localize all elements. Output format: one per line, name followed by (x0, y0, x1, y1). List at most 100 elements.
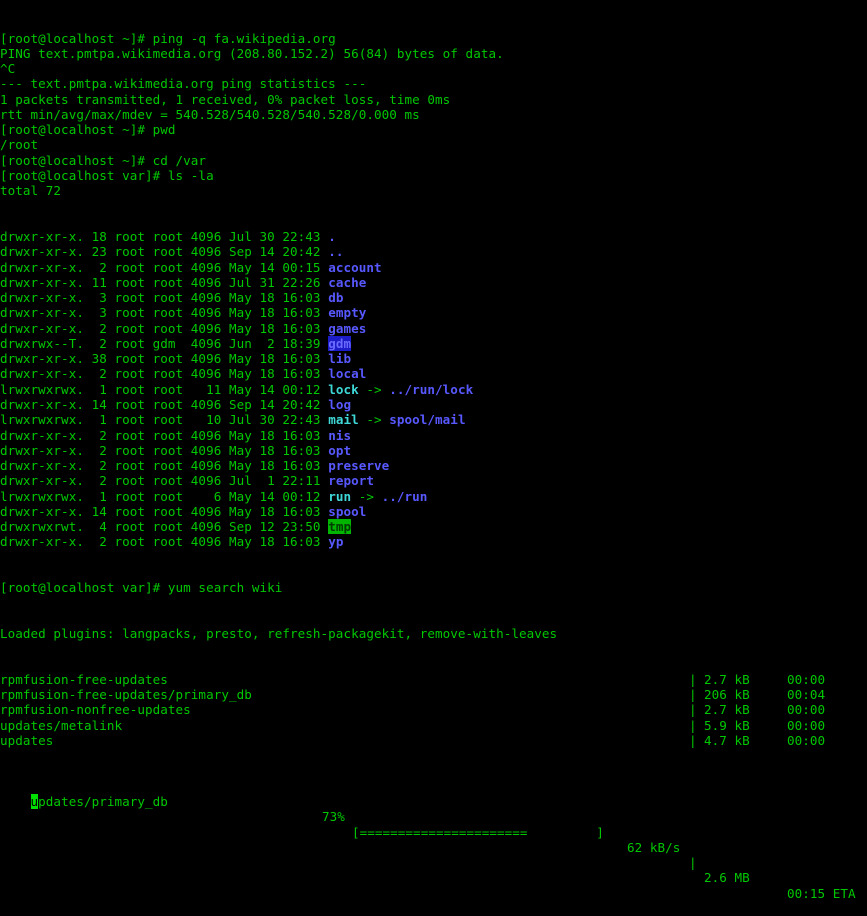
listing-row: drwxr-xr-x. 2 root root 4096 May 18 16:0… (0, 534, 867, 549)
listing-filename: gdm (328, 335, 352, 351)
progress-rate: 62 kB/s (627, 839, 681, 855)
history-line: [root@localhost ~]# cd /var (0, 152, 207, 168)
listing-filename: account (328, 259, 382, 275)
listing-row: drwxr-xr-x. 23 root root 4096 Sep 14 20:… (0, 244, 867, 259)
listing-filename: db (328, 290, 344, 306)
repo-size: 2.7 kB (704, 702, 750, 718)
history-line: --- text.pmtpa.wikimedia.org ping statis… (0, 76, 367, 92)
history-line: [root@localhost var]# ls -la (0, 167, 214, 183)
listing-meta: drwxr-xr-x. 2 root root 4096 May 18 16:0… (0, 534, 329, 550)
repo-name: updates/metalink (0, 717, 123, 733)
listing-row: drwxr-xr-x. 2 root root 4096 Jul 1 22:11… (0, 473, 867, 488)
command-history: [root@localhost ~]# ping -q fa.wikipedia… (0, 31, 867, 199)
listing-row: drwxr-xr-x. 2 root root 4096 May 18 16:0… (0, 443, 867, 458)
repo-separator: | (689, 732, 697, 748)
symlink-arrow: -> (351, 488, 382, 504)
listing-filename: yp (328, 534, 344, 550)
history-line: /root (0, 137, 39, 153)
listing-filename: lib (328, 351, 352, 367)
history-line: total 72 (0, 183, 62, 199)
listing-meta: drwxrwx--T. 2 root gdm 4096 Jun 2 18:39 (0, 335, 329, 351)
terminal-window[interactable]: [root@localhost ~]# ping -q fa.wikipedia… (0, 0, 867, 901)
listing-row: drwxr-xr-x. 11 root root 4096 Jul 31 22:… (0, 275, 867, 290)
listing-meta: drwxr-xr-x. 23 root root 4096 Sep 14 20:… (0, 244, 329, 260)
listing-row: drwxr-xr-x. 2 root root 4096 May 18 16:0… (0, 458, 867, 473)
listing-meta: lrwxrwxrwx. 1 root root 11 May 14 00:12 (0, 381, 329, 397)
history-line: PING text.pmtpa.wikimedia.org (208.80.15… (0, 45, 504, 61)
listing-filename: spool (328, 503, 367, 519)
repo-row: updates/metalink | 5.9 kB 00:00 (0, 718, 867, 733)
listing-meta: drwxr-xr-x. 11 root root 4096 Jul 31 22:… (0, 274, 329, 290)
repo-size: 206 kB (704, 687, 750, 703)
listing-filename: cache (328, 274, 367, 290)
listing-row: drwxr-xr-x. 2 root root 4096 May 18 16:0… (0, 366, 867, 381)
yum-plugins-line: Loaded plugins: langpacks, presto, refre… (0, 626, 558, 642)
listing-meta: drwxr-xr-x. 38 root root 4096 May 18 16:… (0, 351, 329, 367)
progress-repo-name: pdates/primary_db (38, 794, 168, 810)
listing-filename: local (328, 366, 367, 382)
repo-time: 00:00 (787, 671, 826, 687)
listing-meta: drwxrwxrwt. 4 root root 4096 Sep 12 23:5… (0, 519, 329, 535)
listing-filename: lock (328, 381, 359, 397)
repo-row: updates | 4.7 kB 00:00 (0, 733, 867, 748)
listing-row: drwxrwxrwt. 4 root root 4096 Sep 12 23:5… (0, 519, 867, 535)
history-line: [root@localhost ~]# ping -q fa.wikipedia… (0, 30, 336, 46)
listing-row: drwxr-xr-x. 2 root root 4096 May 14 00:1… (0, 260, 867, 275)
listing-meta: drwxr-xr-x. 14 root root 4096 Sep 14 20:… (0, 396, 329, 412)
listing-filename: preserve (328, 458, 390, 474)
listing-row: drwxr-xr-x. 38 root root 4096 May 18 16:… (0, 351, 867, 366)
repo-time: 00:00 (787, 702, 826, 718)
listing-meta: drwxr-xr-x. 3 root root 4096 May 18 16:0… (0, 305, 329, 321)
repo-time: 00:00 (787, 732, 826, 748)
repo-row: rpmfusion-nonfree-updates | 2.7 kB 00:00 (0, 702, 867, 717)
listing-row: drwxr-xr-x. 2 root root 4096 May 18 16:0… (0, 321, 867, 336)
progress-separator: | (689, 855, 697, 871)
listing-meta: drwxr-xr-x. 2 root root 4096 Jul 1 22:11 (0, 473, 329, 489)
repo-row: rpmfusion-free-updates | 2.7 kB 00:00 (0, 672, 867, 687)
repo-separator: | (689, 687, 697, 703)
listing-filename: games (328, 320, 367, 336)
listing-filename: . (328, 229, 336, 245)
listing-row: drwxr-xr-x. 14 root root 4096 May 18 16:… (0, 504, 867, 519)
listing-meta: drwxr-xr-x. 2 root root 4096 May 14 00:1… (0, 259, 329, 275)
repo-name: updates (0, 732, 54, 748)
symlink-arrow: -> (358, 381, 390, 397)
listing-filename: .. (328, 244, 344, 260)
listing-filename: tmp (328, 519, 352, 535)
listing-row: drwxr-xr-x. 3 root root 4096 May 18 16:0… (0, 290, 867, 305)
listing-row: drwxr-xr-x. 2 root root 4096 May 18 16:0… (0, 428, 867, 443)
listing-row: drwxr-xr-x. 18 root root 4096 Jul 30 22:… (0, 229, 867, 244)
listing-row: drwxrwx--T. 2 root gdm 4096 Jun 2 18:39 … (0, 335, 867, 351)
yum-command-line: [root@localhost var]# yum search wiki (0, 580, 283, 596)
listing-filename: nis (328, 427, 352, 443)
listing-row: lrwxrwxrwx. 1 root root 10 Jul 30 22:43 … (0, 412, 867, 427)
listing-meta: lrwxrwxrwx. 1 root root 6 May 14 00:12 (0, 488, 329, 504)
repo-row: rpmfusion-free-updates/primary_db | 206 kB… (0, 687, 867, 702)
progress-row: updates/primary_db 73% [================… (0, 779, 867, 901)
repo-name: rpmfusion-free-updates (0, 671, 168, 687)
listing-meta: drwxr-xr-x. 3 root root 4096 May 18 16:0… (0, 290, 329, 306)
listing-filename: opt (328, 442, 352, 458)
repo-separator: | (689, 671, 697, 687)
terminal-cursor[interactable]: u (30, 794, 39, 810)
repo-size: 2.7 kB (704, 671, 750, 687)
listing-filename: report (328, 473, 374, 489)
history-line: [root@localhost ~]# pwd (0, 122, 176, 138)
repo-time: 00:00 (787, 717, 826, 733)
listing-filename: run (328, 488, 352, 504)
listing-row: drwxr-xr-x. 14 root root 4096 Sep 14 20:… (0, 397, 867, 412)
listing-meta: drwxr-xr-x. 14 root root 4096 May 18 16:… (0, 503, 329, 519)
listing-row: drwxr-xr-x. 3 root root 4096 May 18 16:0… (0, 305, 867, 320)
progress-size: 2.6 MB (704, 870, 750, 886)
listing-filename: empty (328, 305, 367, 321)
progress-time: 00:15 ETA (787, 885, 856, 901)
listing-filename: log (328, 396, 352, 412)
progress-bar: [====================== ] (352, 824, 604, 840)
repo-name: rpmfusion-nonfree-updates (0, 702, 191, 718)
repo-time: 00:04 (787, 687, 826, 703)
directory-listing: drwxr-xr-x. 18 root root 4096 Jul 30 22:… (0, 229, 867, 550)
symlink-target: ../run/lock (389, 381, 474, 397)
repo-size: 4.7 kB (704, 732, 750, 748)
listing-meta: drwxr-xr-x. 2 root root 4096 May 18 16:0… (0, 366, 329, 382)
symlink-target: spool/mail (389, 412, 466, 428)
